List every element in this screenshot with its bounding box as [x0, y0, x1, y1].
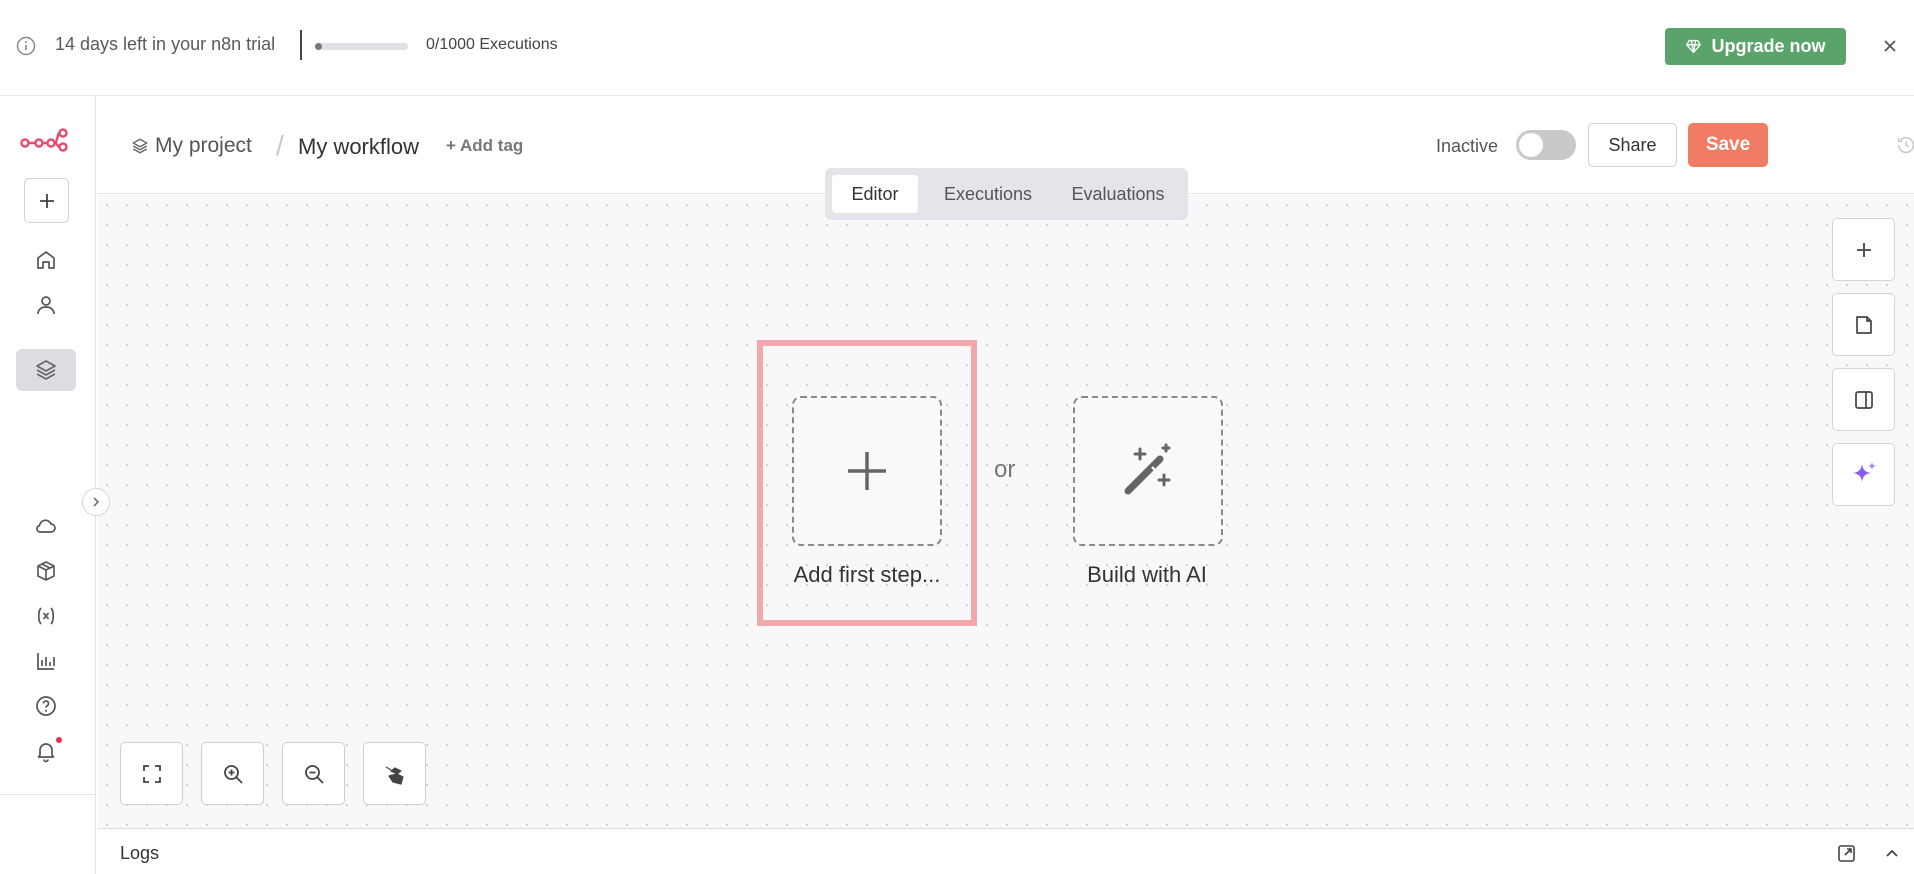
- plus-icon: [1856, 242, 1871, 257]
- sidebar-item-cloud[interactable]: [16, 505, 76, 547]
- view-tabs: Editor Executions Evaluations: [825, 168, 1188, 220]
- n8n-logo[interactable]: [20, 127, 68, 153]
- add-sticky-note-button[interactable]: [1832, 293, 1895, 356]
- history-icon[interactable]: [1895, 134, 1914, 156]
- zoom-out-icon: [304, 764, 324, 784]
- layers-icon: [132, 138, 148, 154]
- plus-icon: [848, 452, 886, 490]
- executions-progress-bar: [315, 43, 408, 50]
- save-button[interactable]: Save: [1688, 123, 1768, 167]
- or-separator: or: [994, 456, 1016, 483]
- logs-label: Logs: [120, 843, 160, 863]
- breadcrumb-project[interactable]: My project: [131, 134, 252, 158]
- popout-icon[interactable]: [1837, 843, 1857, 863]
- sidebar-item-variables[interactable]: [16, 595, 76, 637]
- plus-icon: [39, 193, 54, 208]
- breadcrumb-separator: /: [276, 130, 284, 161]
- collapse-sidebar-button[interactable]: [82, 488, 110, 516]
- toggle-knob: [1519, 133, 1543, 157]
- cloud-icon: [36, 519, 56, 533]
- tidy-up-button[interactable]: [363, 742, 426, 805]
- diamond-icon: [1686, 39, 1702, 54]
- notification-badge: [56, 737, 62, 743]
- sidebar-item-insights[interactable]: [16, 640, 76, 682]
- chevron-up-icon[interactable]: [1882, 843, 1902, 863]
- user-icon: [37, 296, 55, 315]
- close-icon[interactable]: [1880, 36, 1900, 56]
- build-with-ai-button[interactable]: [1073, 396, 1223, 546]
- sidebar-item-personal[interactable]: [16, 284, 76, 326]
- tab-evaluations[interactable]: Evaluations: [1058, 175, 1178, 213]
- bell-icon: [37, 743, 55, 763]
- executions-count: 0/1000 Executions: [426, 36, 558, 53]
- panel-icon: [1854, 390, 1873, 409]
- sidebar-item-project[interactable]: [16, 349, 76, 391]
- fit-view-button[interactable]: [120, 742, 183, 805]
- ai-assistant-button[interactable]: [1832, 443, 1895, 506]
- sparkle-icon: [1852, 461, 1876, 482]
- executions-progress-fill: [315, 43, 322, 50]
- tab-editor[interactable]: Editor: [832, 175, 918, 213]
- left-sidebar: [0, 97, 96, 874]
- workflow-canvas[interactable]: [97, 195, 1914, 828]
- variables-icon: [37, 607, 55, 625]
- box-icon: [37, 561, 55, 581]
- chevron-right-icon: [93, 497, 100, 507]
- workflow-active-toggle[interactable]: [1516, 130, 1576, 160]
- workflow-name[interactable]: My workflow: [298, 134, 419, 160]
- banner-divider: [300, 30, 302, 60]
- upgrade-now-label: Upgrade now: [1711, 36, 1826, 56]
- zoom-out-button[interactable]: [282, 742, 345, 805]
- new-item-button[interactable]: [24, 178, 69, 223]
- bar-chart-icon: [37, 653, 55, 670]
- fit-view-icon: [142, 764, 161, 783]
- trial-banner: 14 days left in your n8n trial 0/1000 Ex…: [0, 0, 1914, 96]
- sidebar-item-help[interactable]: [16, 685, 76, 727]
- sidebar-item-notifications[interactable]: [16, 730, 76, 772]
- home-icon: [37, 251, 55, 269]
- trial-text: 14 days left in your n8n trial: [55, 34, 276, 54]
- workflow-status-label: Inactive: [1436, 136, 1499, 156]
- layers-icon: [36, 360, 56, 380]
- upgrade-now-button[interactable]: Upgrade now: [1665, 28, 1846, 65]
- sidebar-divider: [0, 794, 96, 795]
- add-first-step-label: Add first step...: [793, 562, 941, 587]
- share-button[interactable]: Share: [1588, 123, 1677, 167]
- tidy-up-icon: [385, 765, 404, 785]
- zoom-in-button[interactable]: [201, 742, 264, 805]
- logs-panel[interactable]: Logs: [97, 828, 1914, 874]
- toggle-panel-button[interactable]: [1832, 368, 1895, 431]
- help-icon: [36, 696, 56, 716]
- info-icon: [16, 36, 36, 56]
- add-node-button[interactable]: [1832, 218, 1895, 281]
- add-first-step-button[interactable]: [792, 396, 942, 546]
- breadcrumb-project-label: My project: [155, 134, 252, 157]
- magic-wand-icon: [1124, 443, 1171, 495]
- sticky-note-icon: [1855, 315, 1872, 334]
- add-tag-button[interactable]: + Add tag: [446, 136, 523, 156]
- build-with-ai-label: Build with AI: [1087, 562, 1207, 587]
- sidebar-item-overview[interactable]: [16, 239, 76, 281]
- zoom-in-icon: [223, 764, 243, 784]
- tab-executions[interactable]: Executions: [928, 175, 1048, 213]
- sidebar-item-templates[interactable]: [16, 550, 76, 592]
